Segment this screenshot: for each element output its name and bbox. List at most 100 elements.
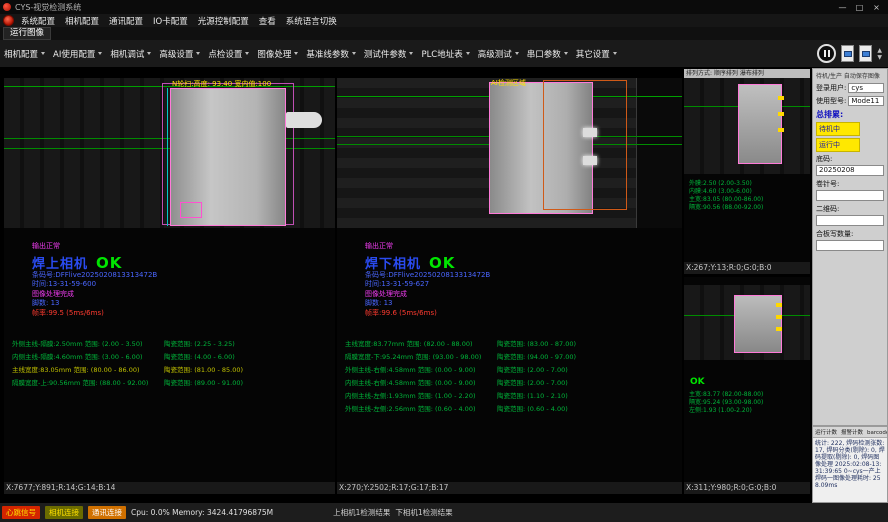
minimize-button[interactable]: — (834, 3, 851, 12)
caret-down-icon (564, 52, 568, 55)
login-user-value: cys (848, 83, 884, 93)
output-status: 输出正常 (32, 242, 157, 252)
measurement-row: 外侧主线-左侧:2.56mm 范围: (0.60 - 4.00)陶瓷范围: (0… (345, 403, 680, 416)
measurement-row: 隔膜宽度-上:90.56mm 范围: (88.00 - 92.00)陶瓷范围: … (12, 377, 333, 390)
comm-link-indicator: 通讯连接 (88, 506, 126, 519)
measurement-left: 内侧主线-右侧:4.58mm 范围: (0.00 - 9.00) (345, 377, 497, 387)
upper-measurements: 外侧主线-隔膜:2.50mm 范围: (2.00 - 3.50)陶瓷范围: (2… (12, 338, 333, 390)
tool-serial-params[interactable]: 串口参数 (527, 48, 568, 60)
tool-advanced-test[interactable]: 高级测试 (478, 48, 519, 60)
image-save-button[interactable] (859, 45, 872, 62)
tool-label: 测试件参数 (364, 48, 407, 60)
measurement-left: 内侧主线-左侧:1.93mm 范围: (1.00 - 2.20) (345, 390, 497, 400)
image-capture-button[interactable] (841, 45, 854, 62)
stats-tab-alarm-count[interactable]: 报警计数 (841, 428, 863, 436)
batch-label: 底码: (816, 154, 884, 164)
measurement-row: 主线宽度:83.77mm 范围: (82.00 - 88.00)陶瓷范围: (8… (345, 338, 680, 351)
pixel-readout: X:267;Y:13;R:0;G:0;B:0 (684, 262, 810, 274)
scroll-up-icon[interactable]: ▲ (877, 47, 882, 54)
menu-comm-config[interactable]: 通讯配置 (109, 15, 143, 27)
image-annotation: N轮扫:高度: 93.40 宽内值:100 (172, 79, 271, 89)
app-icon (3, 3, 11, 11)
menu-camera-config[interactable]: 相机配置 (65, 15, 99, 27)
feature-box (180, 202, 202, 218)
scroll-down-icon[interactable]: ▼ (877, 54, 882, 61)
barcode-line: 条码号:DFFlive2025020813313472B (32, 271, 157, 281)
qrcode-input[interactable] (816, 215, 884, 226)
tool-advanced-settings[interactable]: 高级设置 (159, 48, 200, 60)
reel-label: 卷针号: (816, 179, 884, 189)
tool-camera-config[interactable]: 相机配置 (4, 48, 45, 60)
measurement-row: 内侧主线-右侧:4.58mm 范围: (0.00 - 9.00)陶瓷范围: (2… (345, 377, 680, 390)
tool-ai-config[interactable]: AI使用配置 (53, 48, 102, 60)
edge-line (167, 88, 168, 226)
close-button[interactable]: × (868, 3, 885, 12)
maximize-button[interactable]: □ (851, 3, 868, 12)
caret-down-icon (294, 52, 298, 55)
tool-camera-debug[interactable]: 相机调试 (110, 48, 151, 60)
tool-image-processing[interactable]: 图像处理 (257, 48, 298, 60)
batch-input[interactable]: 20250208 (816, 165, 884, 176)
image-annotation: AI检测区域 (491, 78, 526, 88)
measurement-right: 陶瓷范围: (89.00 - 91.00) (164, 379, 243, 387)
tool-other-settings[interactable]: 其它设置 (576, 48, 617, 60)
measurement-right: 陶瓷范围: (81.00 - 85.00) (164, 366, 243, 374)
time-line: 时间:13-31-59-627 (365, 280, 490, 290)
status-indicator-1: 待机中 (816, 122, 860, 136)
measurement-left: 外侧主线-右侧:4.58mm 范围: (0.00 - 9.00) (345, 364, 497, 374)
connector-part (286, 112, 322, 128)
stats-tabs: 运行计数 报警计数 barcode数据 (813, 427, 887, 438)
tab-run-image[interactable]: 运行图像 (3, 27, 51, 40)
statusbar: 心跳信号 相机连接 通讯连接 Cpu: 0.0% Memory: 3424.41… (0, 503, 888, 522)
measurement-right: 陶瓷范围: (2.00 - 7.00) (497, 366, 568, 374)
lower-camera-panel[interactable]: AI检测区域 输出正常 焊下相机 OK 条码号:DFFlive202502081… (337, 78, 682, 494)
lower-camera-result-label[interactable]: 下相机1检测结果 (395, 507, 452, 518)
tool-label: PLC地址表 (421, 48, 462, 60)
write-count-input[interactable] (816, 240, 884, 251)
tool-label: 点检设置 (208, 48, 242, 60)
weld-mark (778, 96, 784, 100)
preview-panel-2[interactable]: OK 主宽:83.77 (82.00-88.00) 隔宽:95.24 (93.0… (684, 277, 810, 494)
caret-down-icon (466, 52, 470, 55)
tool-plc-address[interactable]: PLC地址表 (421, 48, 469, 60)
tool-baseline-params[interactable]: 基准线参数 (306, 48, 356, 60)
measurement-left: 外侧主线-左侧:2.56mm 范围: (0.60 - 4.00) (345, 403, 497, 413)
weld-mark (776, 303, 782, 307)
measurement-right: 陶瓷范围: (2.00 - 7.00) (497, 379, 568, 387)
preview-panel-1[interactable]: 外膜:2.50 (2.00-3.50) 内膜:4.60 (3.00-6.00) … (684, 78, 810, 274)
scroll-spinner: ▲ ▼ (877, 47, 882, 61)
alert-line: 帧率:99.5 (5ms/6ms) (32, 309, 157, 319)
menu-system-config[interactable]: 系统配置 (21, 15, 55, 27)
stats-tab-barcode-data[interactable]: barcode数据 (867, 428, 887, 436)
tool-testpiece-params[interactable]: 测试件参数 (364, 48, 414, 60)
pause-button[interactable] (817, 44, 836, 63)
preview-result-ok: OK (690, 377, 705, 387)
pixel-readout: X:7677;Y:891;R:14;G:14;B:14 (4, 482, 335, 494)
menu-view[interactable]: 查看 (259, 15, 276, 27)
measurement-right: 陶瓷范围: (2.25 - 3.25) (164, 340, 235, 348)
caret-down-icon (515, 52, 519, 55)
menu-io-config[interactable]: IO卡配置 (153, 15, 188, 27)
menu-light-config[interactable]: 光源控制配置 (198, 15, 249, 27)
stats-tab-run-count[interactable]: 运行计数 (815, 428, 837, 436)
main-area: N轮扫:高度: 93.40 宽内值:100 输出正常 焊上相机 OK 条码号:D… (0, 67, 888, 503)
measurement-left: 外侧主线-隔膜:2.50mm 范围: (2.00 - 3.50) (12, 338, 164, 348)
write-count-label: 合板写数量: (816, 229, 884, 239)
tool-label: 相机调试 (110, 48, 144, 60)
reel-input[interactable] (816, 190, 884, 201)
model-row: 使用型号: Mode11 (816, 96, 884, 106)
upper-camera-result-label[interactable]: 上相机1检测结果 (333, 507, 390, 518)
measurement-right: 陶瓷范围: (0.60 - 4.00) (497, 405, 568, 413)
tool-label: 串口参数 (527, 48, 561, 60)
measurement-row: 内侧主线-隔膜:4.60mm 范围: (3.00 - 6.00)陶瓷范围: (4… (12, 351, 333, 364)
tool-spot-check[interactable]: 点检设置 (208, 48, 249, 60)
measurement-left: 内侧主线-隔膜:4.60mm 范围: (3.00 - 6.00) (12, 351, 164, 361)
model-select[interactable]: Mode11 (848, 96, 884, 106)
login-user-label: 登录用户: (816, 83, 846, 93)
weld-mark (778, 128, 784, 132)
upper-camera-panel[interactable]: N轮扫:高度: 93.40 宽内值:100 输出正常 焊上相机 OK 条码号:D… (4, 78, 335, 494)
caret-down-icon (147, 52, 151, 55)
menu-language-switch[interactable]: 系统语言切换 (286, 15, 337, 27)
weld-spot (583, 128, 597, 137)
preview-line: 隔宽:95.24 (93.00-98.00) (689, 399, 763, 407)
